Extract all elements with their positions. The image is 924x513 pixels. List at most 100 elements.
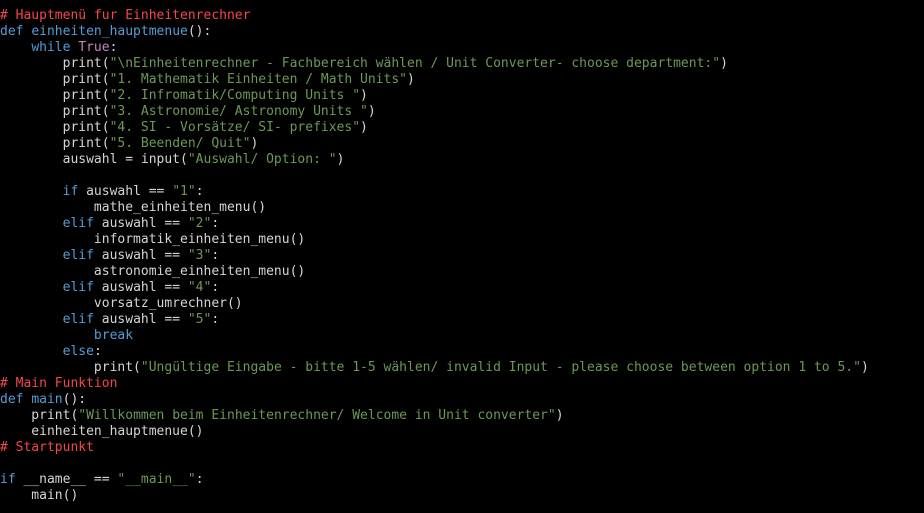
code-token-default: : <box>211 248 220 263</box>
code-token-default <box>0 248 63 263</box>
code-line: print("3. Astronomie/ Astronomy Units ") <box>0 104 924 120</box>
code-token-default: vorsatz_umrechner() <box>0 296 243 311</box>
code-token-string: "4. SI - Vorsätze/ SI- prefixes" <box>109 120 361 135</box>
code-line: vorsatz_umrechner() <box>0 296 924 312</box>
code-token-default: ) <box>555 408 564 423</box>
code-token-default: (): <box>62 392 87 407</box>
code-line: if __name__ == "__main__": <box>0 472 924 488</box>
code-token-keyword: elif <box>62 280 94 295</box>
code-token-default: auswahl == <box>78 184 173 199</box>
code-token-function-name: einheiten_hauptmenue <box>31 24 188 39</box>
code-token-string: "3" <box>187 248 212 263</box>
code-token-default: print( <box>0 72 110 87</box>
code-line: else: <box>0 344 924 360</box>
code-token-default: : <box>211 216 220 231</box>
code-token-default: print( <box>0 88 110 103</box>
code-token-default: : <box>109 40 118 55</box>
code-token-default: : <box>195 184 204 199</box>
code-line: print("1. Mathematik Einheiten / Math Un… <box>0 72 924 88</box>
code-token-default <box>0 184 63 199</box>
code-token-default: __name__ == <box>15 472 118 487</box>
code-token-default: ) <box>250 136 259 151</box>
code-token-string: "3. Astronomie/ Astronomy Units " <box>109 104 368 119</box>
code-token-string: "Willkommen beim Einheitenrechner/ Welco… <box>78 408 556 423</box>
code-editor[interactable]: # Hauptmenü fur Einheitenrechner def einh… <box>0 0 924 513</box>
code-token-default: print( <box>0 408 79 423</box>
code-token-default: auswahl == <box>93 248 188 263</box>
code-token-default: auswahl == <box>93 280 188 295</box>
code-token-string: "1. Mathematik Einheiten / Math Units" <box>109 72 407 87</box>
code-token-keyword: def <box>0 24 24 39</box>
code-token-default: ) <box>407 72 415 87</box>
code-token-string: "\nEinheitenrechner - Fachbereich wählen… <box>109 56 721 71</box>
code-line: if auswahl == "1": <box>0 184 924 200</box>
code-token-default <box>0 40 31 55</box>
code-token-comment: # Hauptmenü fur Einheitenrechner <box>0 8 251 23</box>
code-line: mathe_einheiten_menu() <box>0 200 924 216</box>
code-token-string: "2" <box>187 216 212 231</box>
code-line: print("\nEinheitenrechner - Fachbereich … <box>0 56 924 72</box>
code-token-default: auswahl == <box>93 312 188 327</box>
code-token-default: : <box>211 280 220 295</box>
code-token-default: print( <box>0 360 141 375</box>
code-line: def main(): <box>0 392 924 408</box>
code-line: elif auswahl == "3": <box>0 248 924 264</box>
code-token-default <box>0 280 63 295</box>
code-line: print("2. Infromatik/Computing Units ") <box>0 88 924 104</box>
code-line: print("5. Beenden/ Quit") <box>0 136 924 152</box>
code-token-default: ) <box>720 56 728 71</box>
code-token-default <box>0 344 63 359</box>
code-token-string: "__main__" <box>117 472 196 487</box>
code-line: elif auswahl == "5": <box>0 312 924 328</box>
code-token-default: : <box>211 312 220 327</box>
code-line: break <box>0 328 924 344</box>
code-token-keyword: break <box>93 328 134 343</box>
code-line: elif auswahl == "2": <box>0 216 924 232</box>
code-token-default <box>0 328 94 343</box>
code-token-default: ) <box>367 104 376 119</box>
code-token-default: ) <box>360 88 368 103</box>
code-token-default: : <box>93 344 102 359</box>
code-token-string: "4" <box>187 280 212 295</box>
code-token-default: auswahl == <box>93 216 188 231</box>
code-line: print("Willkommen beim Einheitenrechner/… <box>0 408 924 424</box>
code-token-default: print( <box>0 104 110 119</box>
code-token-default: ) <box>360 120 368 135</box>
code-line: print("4. SI - Vorsätze/ SI- prefixes") <box>0 120 924 136</box>
code-token-default: informatik_einheiten_menu() <box>0 232 306 247</box>
code-token-keyword: def <box>0 392 24 407</box>
code-token-keyword: while <box>31 40 71 55</box>
code-token-default: auswahl = input( <box>0 152 188 167</box>
code-token-string: "5" <box>187 312 212 327</box>
code-token-string: "Auswahl/ Option: " <box>187 152 337 167</box>
code-token-string: "2. Infromatik/Computing Units " <box>109 88 361 103</box>
code-token-string: "1" <box>172 184 196 199</box>
code-line: elif auswahl == "4": <box>0 280 924 296</box>
code-token-boolean: True <box>78 40 110 55</box>
code-token-default: print( <box>0 136 110 151</box>
code-token-default: (): <box>187 24 212 39</box>
code-token-default: main() <box>0 488 79 503</box>
code-line: # Startpunkt <box>0 440 924 456</box>
code-token-keyword: else <box>62 344 94 359</box>
code-token-default: astronomie_einheiten_menu() <box>0 264 306 279</box>
code-token-keyword: if <box>0 472 16 487</box>
code-line: informatik_einheiten_menu() <box>0 232 924 248</box>
code-token-string: "5. Beenden/ Quit" <box>109 136 251 151</box>
code-token-default <box>0 312 63 327</box>
code-line: # Main Funktion <box>0 376 924 392</box>
code-token-default: print( <box>0 56 110 71</box>
code-token-string: "Ungültige Eingabe - bitte 1-5 wählen/ i… <box>140 360 861 375</box>
code-token-comment: # Startpunkt <box>0 440 94 455</box>
code-token-keyword: elif <box>62 312 94 327</box>
code-token-default: ) <box>336 152 345 167</box>
code-line: einheiten_hauptmenue() <box>0 424 924 440</box>
code-line: while True: <box>0 40 924 56</box>
code-token-comment: # Main Funktion <box>0 376 118 391</box>
code-token-keyword: elif <box>62 216 94 231</box>
code-token-default: : <box>195 472 204 487</box>
code-line: auswahl = input("Auswahl/ Option: ") <box>0 152 924 168</box>
code-line: print("Ungültige Eingabe - bitte 1-5 wäh… <box>0 360 924 376</box>
